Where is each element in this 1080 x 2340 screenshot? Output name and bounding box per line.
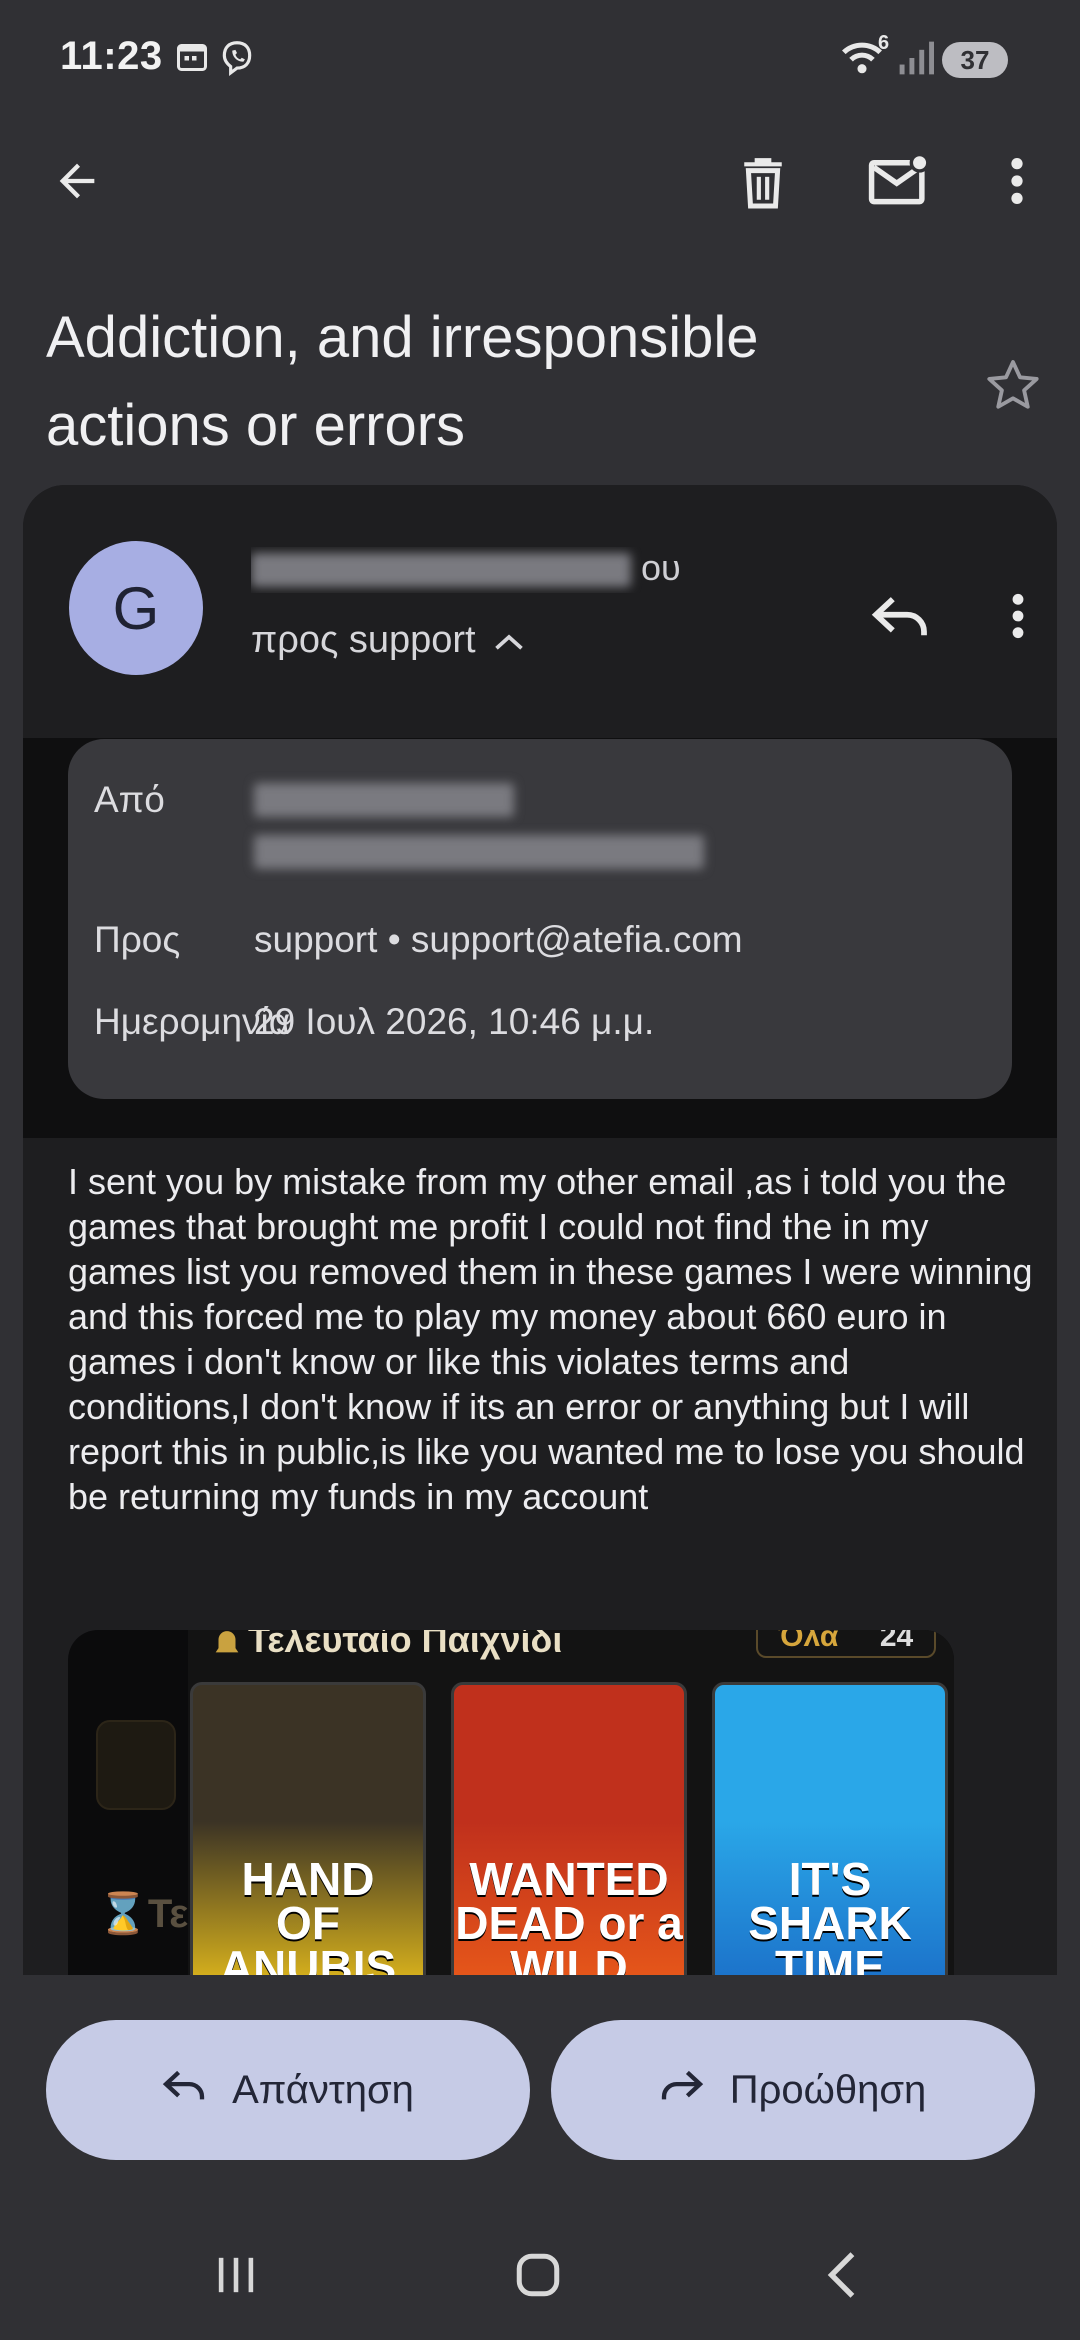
forward-button[interactable]: Προώθηση (551, 2020, 1035, 2160)
to-line-text: προς support (251, 619, 476, 661)
embedded-image[interactable]: ⌛Τε Τελευταίο Παιχνίδι Όλα 24 HAND OF ANU… (68, 1630, 954, 1975)
recent-apps-icon[interactable] (176, 2230, 296, 2320)
email-body: I sent you by mistake from my other emai… (68, 1161, 1033, 1517)
game-card: HAND OF ANUBIS (190, 1682, 426, 1975)
reply-label: Απάντηση (232, 2067, 414, 2112)
back-nav-icon[interactable] (782, 2230, 902, 2320)
mark-unread-icon[interactable] (854, 136, 944, 226)
back-arrow-icon[interactable] (32, 136, 122, 226)
all-games-pill: Όλα 24 (756, 1630, 936, 1658)
hourglass-icon: ⌛ (98, 1892, 148, 1936)
sender-name-visible: ουλ (641, 547, 681, 588)
game-card: IT'S SHARK TIME (712, 1682, 948, 1975)
sender-name: ουλ (251, 547, 681, 593)
reply-button[interactable]: Απάντηση (46, 2020, 530, 2160)
star-icon[interactable] (968, 340, 1058, 430)
battery-icon: 37 (942, 42, 1008, 78)
reply-icon (162, 2067, 206, 2113)
side-text: ⌛Τε (98, 1892, 189, 1936)
delete-icon[interactable] (718, 136, 808, 226)
from-value-redacted (254, 783, 704, 869)
to-label: Προς (94, 919, 181, 960)
calendar-icon (174, 38, 210, 79)
redacted-sender (251, 553, 631, 588)
recipients-toggle[interactable]: προς support (251, 619, 524, 662)
forward-icon (660, 2067, 704, 2113)
to-value[interactable]: support • support@atefia.com (254, 919, 743, 961)
chevron-up-icon (494, 619, 524, 662)
from-label: Από (94, 779, 165, 820)
status-time: 11:23 (60, 34, 163, 78)
avatar[interactable]: G (69, 541, 203, 675)
email-card: G ουλ προς support Από Προς support • su… (23, 485, 1057, 1975)
embed-title: Τελευταίο Παιχνίδι (248, 1630, 563, 1660)
signal-icon (896, 40, 936, 81)
forward-label: Προώθηση (729, 2067, 927, 2112)
game-card: WANTED DEAD or a WILD (451, 1682, 687, 1975)
side-scroll-icon (96, 1720, 176, 1810)
bell-icon (210, 1630, 244, 1661)
message-details-panel: Από Προς support • support@atefia.com Ημ… (68, 739, 1012, 1099)
viber-icon (218, 38, 256, 81)
message-more-icon[interactable] (973, 571, 1057, 661)
reply-icon[interactable] (855, 571, 945, 661)
date-value: 29 Ιουλ 2026, 10:46 μ.μ. (254, 1001, 655, 1042)
email-subject: Addiction, and irresponsible actions or … (46, 305, 759, 458)
more-vert-icon[interactable] (972, 136, 1062, 226)
wifi-badge: 6 (878, 32, 890, 54)
home-icon[interactable] (478, 2230, 598, 2320)
status-bar: 11:23 6 37 (0, 0, 1080, 120)
